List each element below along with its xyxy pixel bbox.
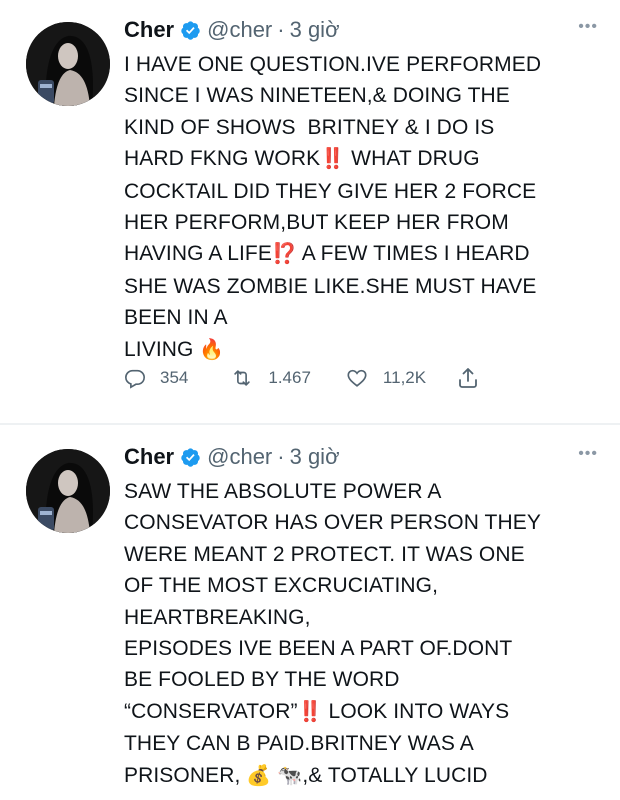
- avatar[interactable]: [26, 449, 110, 533]
- like-button[interactable]: 11,2K: [345, 367, 426, 389]
- tweet-line: HER PERFORM,BUT KEEP HER FROM: [124, 211, 509, 235]
- tweet-line: HEARTBREAKING,: [124, 605, 311, 629]
- tweet-line: KIND OF SHOWS BRITNEY & I DO IS: [124, 115, 495, 139]
- reply-icon: [125, 369, 145, 389]
- avatar-image: [26, 449, 110, 533]
- avatar[interactable]: [26, 22, 110, 106]
- tweet-line: EPISODES IVE BEEN A PART OF.DONT: [124, 637, 513, 661]
- tweet-feed: Cher @cher · 3 giờ ••• I HAVE ONE QUESTI…: [0, 0, 620, 800]
- timestamp[interactable]: 3 giờ: [290, 17, 340, 43]
- timestamp[interactable]: 3 giờ: [290, 444, 340, 470]
- tweet-line: WERE MEANT 2 PROTECT. IT WAS ONE: [124, 542, 525, 566]
- reply-button[interactable]: 354: [124, 367, 188, 389]
- fire-emoji: 🔥: [199, 338, 225, 361]
- tweet-line: I HAVE ONE QUESTION.IVE PERFORMED: [124, 53, 542, 76]
- tweet-line: BEEN IN A: [124, 306, 228, 330]
- share-button[interactable]: [456, 366, 480, 390]
- more-options-icon[interactable]: •••: [578, 445, 598, 463]
- tweet-line: “CONSERVATOR”‼️ LOOK INTO WAYS: [124, 699, 510, 723]
- cow-emoji: 🐄: [277, 764, 303, 787]
- action-bar: 354 1.467 11,2K: [124, 366, 480, 390]
- money-bag-emoji: 💰: [246, 764, 272, 787]
- display-name[interactable]: Cher: [124, 17, 174, 43]
- tweet-text: I HAVE ONE QUESTION.IVE PERFORMED SINCE …: [124, 49, 606, 366]
- tweet-header: Cher @cher · 3 giờ: [124, 439, 606, 475]
- verified-badge-icon: [181, 20, 200, 40]
- double-exclamation-emoji: ‼️: [320, 148, 346, 171]
- tweet[interactable]: Cher @cher · 3 giờ ••• SAW THE ABSOLUTE …: [0, 427, 620, 800]
- tweet-line: PRISONER, 💰 🐄,& TOTALLY LUCID: [124, 763, 488, 787]
- tweet-text: SAW THE ABSOLUTE POWER A CONSEVATOR HAS …: [124, 476, 606, 792]
- interrobang-emoji: ⁉️: [271, 243, 297, 266]
- tweet[interactable]: Cher @cher · 3 giờ ••• I HAVE ONE QUESTI…: [0, 0, 620, 425]
- separator: ·: [277, 444, 285, 469]
- tweet-line: HAVING A LIFE⁉️ A FEW TIMES I HEARD: [124, 242, 530, 266]
- tweet-line: COCKTAIL DID THEY GIVE HER 2 FORCE: [124, 179, 537, 203]
- tweet-line: THEY CAN B PAID.BRITNEY WAS A: [124, 732, 474, 756]
- heart-icon: [347, 369, 367, 387]
- tweet-line: SINCE I WAS NINETEEN,& DOING THE: [124, 84, 510, 108]
- tweet-content: Cher @cher · 3 giờ ••• SAW THE ABSOLUTE …: [124, 439, 606, 792]
- retweet-icon: [234, 370, 251, 386]
- verified-badge-icon: [181, 447, 200, 467]
- tweet-line: SAW THE ABSOLUTE POWER A: [124, 480, 442, 503]
- handle[interactable]: @cher: [207, 444, 272, 470]
- retweet-count: 1.467: [268, 368, 311, 387]
- tweet-header: Cher @cher · 3 giờ: [124, 12, 606, 48]
- reply-count: 354: [160, 368, 189, 387]
- tweet-line: BE FOOLED BY THE WORD: [124, 668, 400, 692]
- tweet-line: OF THE MOST EXCRUCIATING,: [124, 574, 439, 598]
- tweet-line: CONSEVATOR HAS OVER PERSON THEY: [124, 511, 541, 535]
- tweet-line: HARD FKNG WORK‼️ WHAT DRUG: [124, 147, 480, 171]
- tweet-line: SHE WAS ZOMBIE LIKE.SHE MUST HAVE: [124, 274, 537, 298]
- like-count: 11,2K: [382, 368, 427, 387]
- more-options-icon[interactable]: •••: [578, 18, 598, 36]
- avatar-image: [26, 22, 110, 106]
- separator: ·: [277, 17, 285, 42]
- display-name[interactable]: Cher: [124, 444, 174, 470]
- tweet-line: LIVING 🔥: [124, 337, 225, 361]
- share-icon: [459, 368, 477, 388]
- retweet-button[interactable]: 1.467: [230, 367, 311, 389]
- handle[interactable]: @cher: [207, 17, 272, 43]
- tweet-content: Cher @cher · 3 giờ ••• I HAVE ONE QUESTI…: [124, 12, 606, 366]
- double-exclamation-emoji: ‼️: [297, 700, 323, 723]
